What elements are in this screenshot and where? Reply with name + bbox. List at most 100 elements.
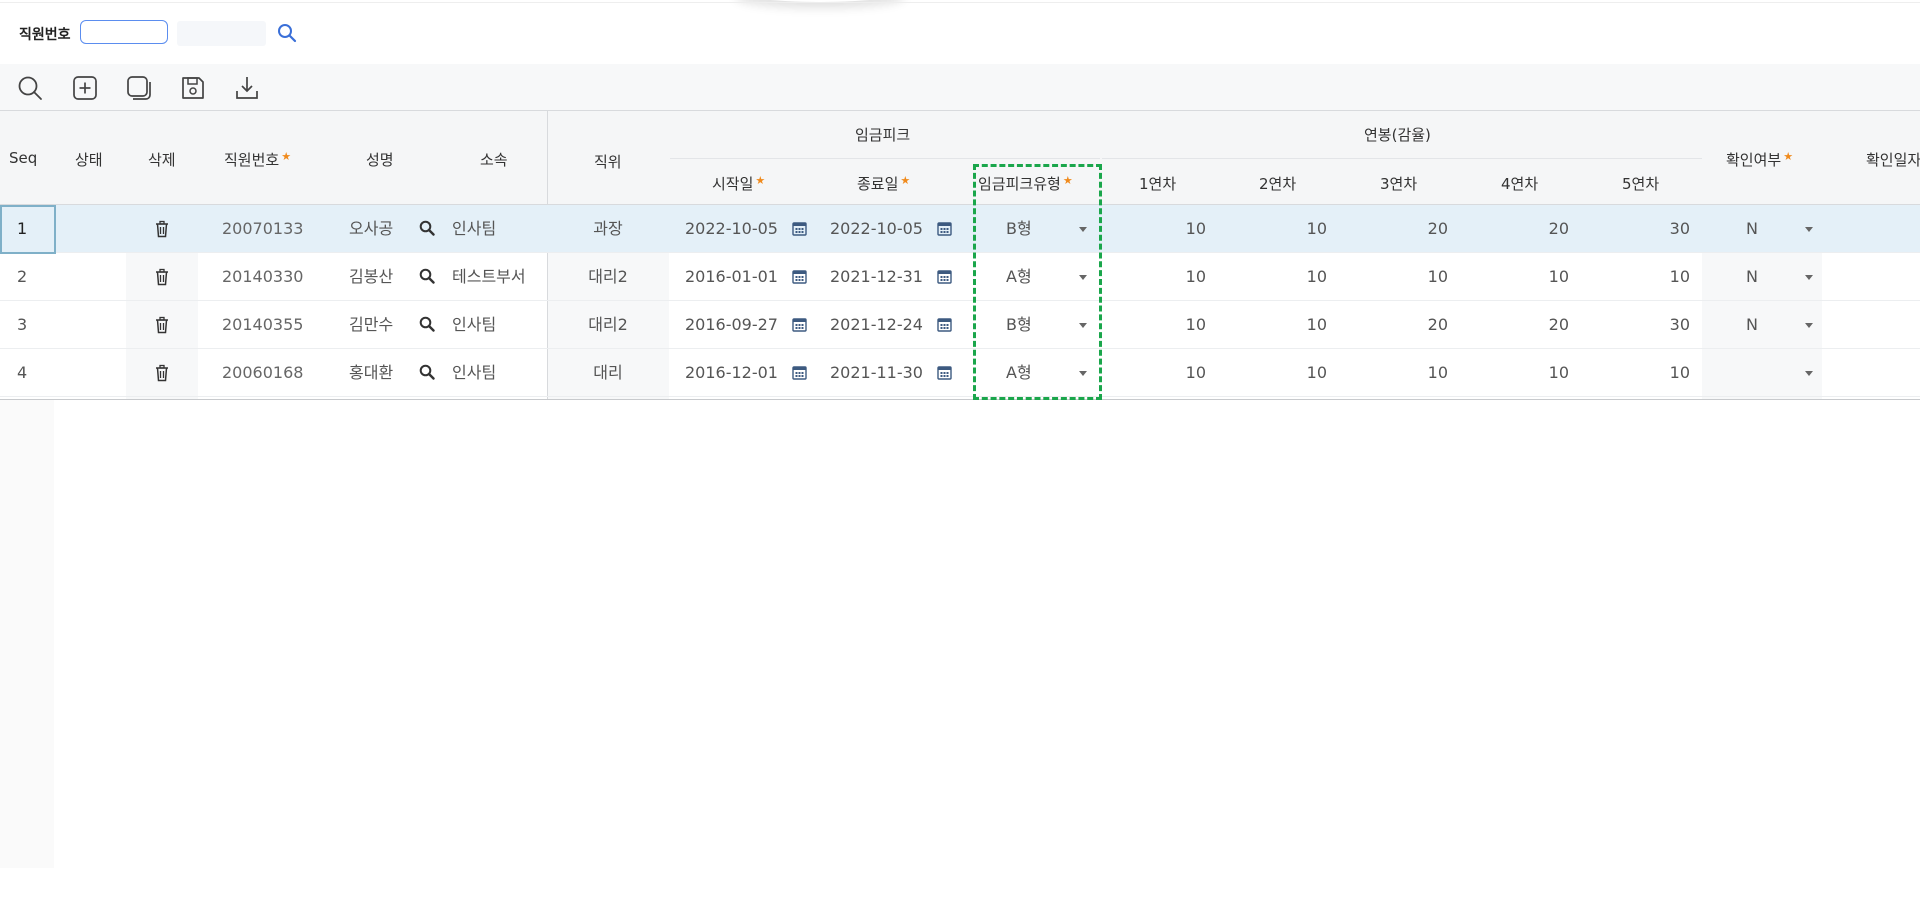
header-confirm-date: 확인일자 <box>1866 151 1920 169</box>
cell-start-date[interactable]: 2016-09-27 <box>685 301 778 348</box>
cell-year5[interactable]: 30 <box>1590 205 1690 252</box>
cell-year5[interactable]: 10 <box>1590 349 1690 396</box>
header-subdivider <box>1102 158 1702 159</box>
cell-year3[interactable]: 10 <box>1348 349 1448 396</box>
cell-position[interactable]: 과장 <box>0 205 1216 252</box>
cell-year2[interactable]: 10 <box>1227 301 1327 348</box>
cell-end-date[interactable]: 2021-12-31 <box>830 253 923 300</box>
cell-year2[interactable]: 10 <box>1227 349 1327 396</box>
cell-confirm[interactable]: N <box>1746 205 1758 252</box>
wage-peak-grid: Seq 상태 삭제 직원번호 성명 소속 직위 임금피크 시작일 종료일 임금피… <box>0 110 1920 400</box>
download-button[interactable] <box>232 74 262 102</box>
cell-year1[interactable]: 10 <box>1106 301 1206 348</box>
save-button[interactable] <box>178 74 208 102</box>
header-status: 상태 <box>75 151 103 169</box>
table-row[interactable]: 2 20140330 김봉산 테스트부서 대리2 2016-01-01 2021-12-31… <box>0 253 1920 301</box>
header-seq: Seq <box>9 149 38 167</box>
header-subdivider <box>670 158 1100 159</box>
chevron-down-icon[interactable] <box>1079 371 1087 376</box>
cell-peak-type[interactable]: B형 <box>1006 205 1032 252</box>
chevron-down-icon[interactable] <box>1805 371 1813 376</box>
save-icon <box>182 77 204 99</box>
header-peak-type: 임금피크유형 <box>978 173 1073 194</box>
cell-year5[interactable]: 30 <box>1590 301 1690 348</box>
calendar-icon[interactable] <box>792 269 807 284</box>
cell-confirm[interactable]: N <box>1746 301 1758 348</box>
seq-column-empty <box>0 400 54 868</box>
copy-icon <box>127 76 151 100</box>
chevron-down-icon[interactable] <box>1805 323 1813 328</box>
header-year1: 1연차 <box>1139 175 1177 193</box>
table-row[interactable]: 4 20060168 홍대환 인사팀 대리 2016-12-01 2021-11-30 A형 1… <box>0 349 1920 397</box>
cell-year4[interactable]: 10 <box>1469 349 1569 396</box>
search-label: 직원번호 <box>19 27 71 43</box>
cell-year3[interactable]: 10 <box>1348 253 1448 300</box>
cell-year4[interactable]: 10 <box>1469 253 1569 300</box>
search-button[interactable] <box>276 22 300 44</box>
table-row[interactable]: 1 20070133 오사공 인사팀 과장 2022-10-05 2022-10-05 B형 1… <box>0 205 1920 254</box>
chevron-down-icon[interactable] <box>1805 227 1813 232</box>
cell-position[interactable]: 대리2 <box>0 301 1216 348</box>
cell-confirm[interactable]: N <box>1746 253 1758 300</box>
add-row-button[interactable] <box>70 74 100 102</box>
cell-year3[interactable]: 20 <box>1348 301 1448 348</box>
cell-position[interactable]: 대리2 <box>0 253 1216 300</box>
search-bar: 직원번호 <box>0 14 1920 50</box>
header-start-date: 시작일 <box>712 173 765 194</box>
cell-start-date[interactable]: 2016-12-01 <box>685 349 778 396</box>
employee-name-field[interactable] <box>177 21 266 46</box>
cell-end-date[interactable]: 2021-12-24 <box>830 301 923 348</box>
download-icon <box>236 77 258 99</box>
header-delete: 삭제 <box>148 151 176 169</box>
cell-peak-type[interactable]: B형 <box>1006 301 1032 348</box>
grid-header: Seq 상태 삭제 직원번호 성명 소속 직위 임금피크 시작일 종료일 임금피… <box>0 110 1920 206</box>
grid-bottom-border <box>0 399 1920 400</box>
toolbar <box>0 64 1920 110</box>
cell-peak-type[interactable]: A형 <box>1006 253 1032 300</box>
calendar-icon[interactable] <box>792 317 807 332</box>
cell-year4[interactable]: 20 <box>1469 301 1569 348</box>
cell-year1[interactable]: 10 <box>1106 349 1206 396</box>
search-icon <box>18 76 42 100</box>
cell-year2[interactable]: 10 <box>1227 253 1327 300</box>
table-row[interactable]: 3 20140355 김만수 인사팀 대리2 2016-09-27 2021-12-24 B형… <box>0 301 1920 349</box>
chevron-down-icon[interactable] <box>1805 275 1813 280</box>
chevron-down-icon[interactable] <box>1079 275 1087 280</box>
header-position: 직위 <box>594 153 622 171</box>
cell-end-date[interactable]: 2021-11-30 <box>830 349 923 396</box>
calendar-icon[interactable] <box>937 317 952 332</box>
calendar-icon[interactable] <box>937 365 952 380</box>
cell-position[interactable]: 대리 <box>0 349 1216 396</box>
cell-year4[interactable]: 20 <box>1469 205 1569 252</box>
calendar-icon[interactable] <box>792 221 807 236</box>
header-department: 소속 <box>480 151 508 169</box>
calendar-icon[interactable] <box>937 269 952 284</box>
cell-year1[interactable]: 10 <box>1106 253 1206 300</box>
add-icon <box>73 76 97 100</box>
calendar-icon[interactable] <box>937 221 952 236</box>
search-icon <box>278 24 297 43</box>
cell-peak-type[interactable]: A형 <box>1006 349 1032 396</box>
cell-year2[interactable]: 10 <box>1227 205 1327 252</box>
search-tool-button[interactable] <box>15 74 45 102</box>
cell-end-date[interactable]: 2022-10-05 <box>830 205 923 252</box>
top-divider <box>0 2 1920 3</box>
chevron-down-icon[interactable] <box>1079 227 1087 232</box>
header-wage-peak: 임금피크 <box>855 126 911 144</box>
header-year5: 5연차 <box>1622 175 1660 193</box>
cell-year5[interactable]: 10 <box>1590 253 1690 300</box>
chevron-down-icon[interactable] <box>1079 323 1087 328</box>
cell-start-date[interactable]: 2022-10-05 <box>685 205 778 252</box>
header-employee-number: 직원번호 <box>224 149 291 170</box>
cell-start-date[interactable]: 2016-01-01 <box>685 253 778 300</box>
employee-number-input[interactable] <box>80 20 168 44</box>
header-year4: 4연차 <box>1501 175 1539 193</box>
header-divider <box>547 111 548 206</box>
cell-year3[interactable]: 20 <box>1348 205 1448 252</box>
cell-year1[interactable]: 10 <box>1106 205 1206 252</box>
header-end-date: 종료일 <box>857 173 910 194</box>
calendar-icon[interactable] <box>792 365 807 380</box>
header-year3: 3연차 <box>1380 175 1418 193</box>
header-name: 성명 <box>366 151 394 169</box>
copy-row-button[interactable] <box>124 74 154 102</box>
